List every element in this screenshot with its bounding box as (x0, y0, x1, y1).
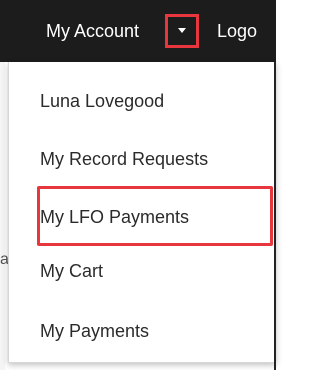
page-background-edge (0, 62, 5, 370)
menu-item-user-profile[interactable]: Luna Lovegood (40, 90, 164, 112)
top-navbar: My Account Logo (0, 0, 276, 62)
menu-item-my-cart[interactable]: My Cart (40, 260, 103, 282)
account-dropdown-toggle[interactable] (165, 14, 199, 48)
my-account-link[interactable]: My Account (46, 0, 139, 62)
menu-item-my-lfo-payments[interactable]: My LFO Payments (40, 206, 189, 228)
menu-item-my-payments[interactable]: My Payments (40, 320, 149, 342)
menu-item-my-record-requests[interactable]: My Record Requests (40, 148, 208, 170)
caret-down-icon (178, 28, 186, 33)
logout-link[interactable]: Logo (217, 0, 257, 62)
page-right-border (274, 62, 276, 370)
account-dropdown-menu: Luna Lovegood My Record Requests My LFO … (8, 62, 276, 363)
